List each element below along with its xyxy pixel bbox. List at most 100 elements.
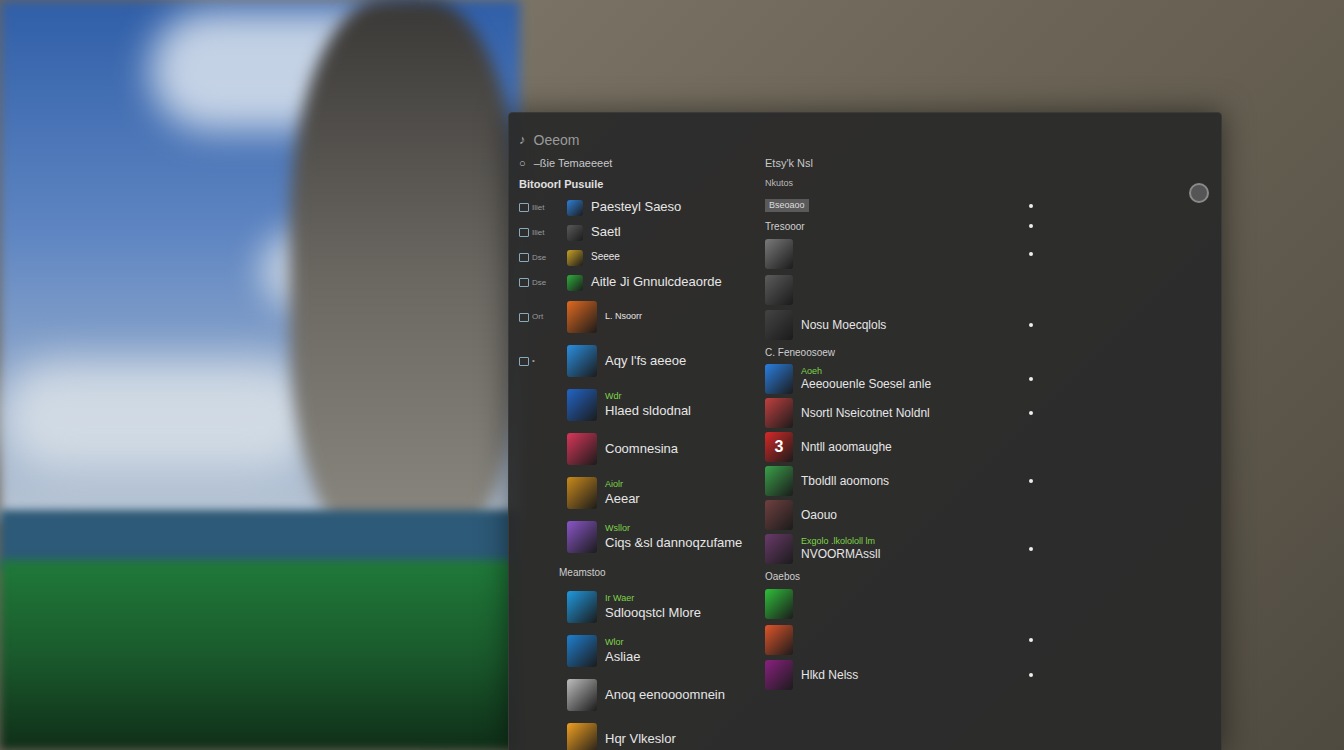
right-row-body: Nsortl Nseicotnet Noldnl xyxy=(765,398,1021,428)
status-icon xyxy=(519,203,529,212)
app-icon xyxy=(567,301,597,333)
tag-text: Dse xyxy=(532,277,546,289)
row-tag: Ort xyxy=(519,311,559,323)
app-row[interactable]: AiolrAeear xyxy=(519,471,765,515)
right-row-body: Oaebos xyxy=(765,569,1021,584)
row-label: Coomnesina xyxy=(605,441,678,457)
marker-dot xyxy=(1029,602,1033,606)
app-icon xyxy=(765,500,793,530)
right-row[interactable]: AoehAeeoouenle Soesel anle xyxy=(765,362,1037,396)
row-text: Nsortl Nseicotnet Noldnl xyxy=(801,406,930,421)
app-row[interactable]: Ort L. Nsoorr xyxy=(519,295,765,339)
tool-row[interactable]: IlietPaesteyl Saeso xyxy=(519,195,765,220)
row-label: Sdlooqstcl Mlore xyxy=(605,605,701,621)
right-row[interactable]: Nsortl Nseicotnet Noldnl xyxy=(765,396,1037,430)
marker-dot xyxy=(1029,377,1033,381)
app-row[interactable]: Coomnesina xyxy=(519,427,765,471)
tool-row[interactable]: Dse Aitle Ji Gnnulcdeaorde xyxy=(519,270,765,295)
tool-row[interactable]: DseSeeee xyxy=(519,245,765,270)
row-text: L. Nsoorr xyxy=(605,311,642,322)
header-label: –ßie Temaeeeet xyxy=(534,155,613,172)
right-row[interactable]: Nosu Moecqlols xyxy=(765,308,1037,342)
right-row[interactable]: Hlkd Nelss xyxy=(765,658,1037,692)
app-icon xyxy=(567,635,597,667)
right-row[interactable]: Tresooor xyxy=(765,216,1037,236)
row-label: Hlkd Nelss xyxy=(801,668,858,683)
row-text: Aqy l'fs aeeoe xyxy=(605,353,686,369)
right-row[interactable] xyxy=(765,272,1037,308)
status-icon xyxy=(519,228,529,237)
row-text: Anoq eenoooomnein xyxy=(605,687,725,703)
right-row-body xyxy=(765,275,1021,305)
right-row[interactable]: 3 Nntll aoomaughe xyxy=(765,430,1037,464)
right-row[interactable]: Bseoaoo xyxy=(765,195,1037,216)
status-icon xyxy=(519,253,529,262)
row-tag: • xyxy=(519,355,559,367)
right-row[interactable]: Oaebos xyxy=(765,566,1037,586)
right-row[interactable] xyxy=(765,622,1037,658)
right-heading: Nkutos xyxy=(765,173,1037,195)
app-row[interactable]: Ir WaerSdlooqstcl Mlore xyxy=(519,585,765,629)
row-text: Exgolo .lkolololl lmNVOORMAssll xyxy=(801,536,880,562)
window-title: Oeeom xyxy=(534,130,580,151)
row-label: Ciqs &sl dannoqzufame xyxy=(605,535,742,551)
row-text: Nntll aoomaughe xyxy=(801,440,892,455)
row-text: Nosu Moecqlols xyxy=(801,318,886,333)
row-text: WdrHlaed sldodnal xyxy=(605,391,691,419)
app-row[interactable]: Hqr Vlkeslor xyxy=(519,717,765,750)
marker-dot xyxy=(1029,574,1033,578)
app-row[interactable]: WdrHlaed sldodnal xyxy=(519,383,765,427)
row-sub: Ir Waer xyxy=(605,593,701,604)
row-text: WsllorCiqs &sl dannoqzufame xyxy=(605,523,742,551)
app-row[interactable]: WsllorCiqs &sl dannoqzufame xyxy=(519,515,765,559)
section-label: Meamstoo xyxy=(519,559,765,585)
marker-dot xyxy=(1029,445,1033,449)
row-label: L. Nsoorr xyxy=(605,311,642,322)
right-row[interactable]: Exgolo .lkolololl lmNVOORMAssll xyxy=(765,532,1037,566)
left-column: ○–ßie TemaeeeetBitooorl PusuileIlietPaes… xyxy=(519,153,765,750)
app-row[interactable]: WlorAsliae xyxy=(519,629,765,673)
row-label: Tboldll aoomons xyxy=(801,474,889,489)
marker-dot xyxy=(1029,673,1033,677)
wallpaper-cliff xyxy=(290,0,520,560)
row-text: Tboldll aoomons xyxy=(801,474,889,489)
circle-icon: ○ xyxy=(519,155,526,172)
right-row[interactable]: Oaouo xyxy=(765,498,1037,532)
row-label: Aitle Ji Gnnulcdeaorde xyxy=(591,274,722,290)
header-row: ○ –ßie Temaeeeet xyxy=(519,153,765,173)
right-column: Etsy'k NslNkutosBseoaooTresooorNosu Moec… xyxy=(765,153,1037,750)
row-label: Asliae xyxy=(605,649,640,665)
right-row[interactable] xyxy=(765,236,1037,272)
row-label: Oaouo xyxy=(801,508,837,523)
app-icon: 3 xyxy=(765,432,793,462)
right-row[interactable]: C. Feneoosoew xyxy=(765,342,1037,362)
user-icon[interactable] xyxy=(1189,183,1209,203)
row-text: Ir WaerSdlooqstcl Mlore xyxy=(605,593,701,621)
app-icon xyxy=(765,275,793,305)
app-icon xyxy=(567,723,597,750)
right-row[interactable] xyxy=(765,586,1037,622)
row-sub: Wdr xyxy=(605,391,691,402)
right-row[interactable]: Tboldll aoomons xyxy=(765,464,1037,498)
right-row-body: C. Feneoosoew xyxy=(765,345,1021,360)
right-row-body xyxy=(765,589,1021,619)
row-text: Coomnesina xyxy=(605,441,678,457)
row-label: Nsortl Nseicotnet Noldnl xyxy=(801,406,930,421)
app-row[interactable]: • Aqy l'fs aeeoe xyxy=(519,339,765,383)
app-icon xyxy=(567,679,597,711)
tool-row[interactable]: IlietSaetl xyxy=(519,220,765,245)
row-label: Aeear xyxy=(605,491,640,507)
tag-text: • xyxy=(532,355,535,367)
marker-dot xyxy=(1029,252,1033,256)
tag-text: Dse xyxy=(532,252,546,264)
wallpaper-cloud xyxy=(0,360,320,470)
app-row[interactable]: Anoq eenoooomnein xyxy=(519,673,765,717)
row-sub: Aiolr xyxy=(605,479,640,490)
row-text: Aitle Ji Gnnulcdeaorde xyxy=(591,274,722,290)
row-label: Anoq eenoooomnein xyxy=(605,687,725,703)
row-label: Aeeoouenle Soesel anle xyxy=(801,377,931,392)
row-label: Hqr Vlkeslor xyxy=(605,731,676,747)
row-sub: Aoeh xyxy=(801,366,931,377)
marker-dot xyxy=(1029,204,1033,208)
right-row-body: Hlkd Nelss xyxy=(765,660,1021,690)
